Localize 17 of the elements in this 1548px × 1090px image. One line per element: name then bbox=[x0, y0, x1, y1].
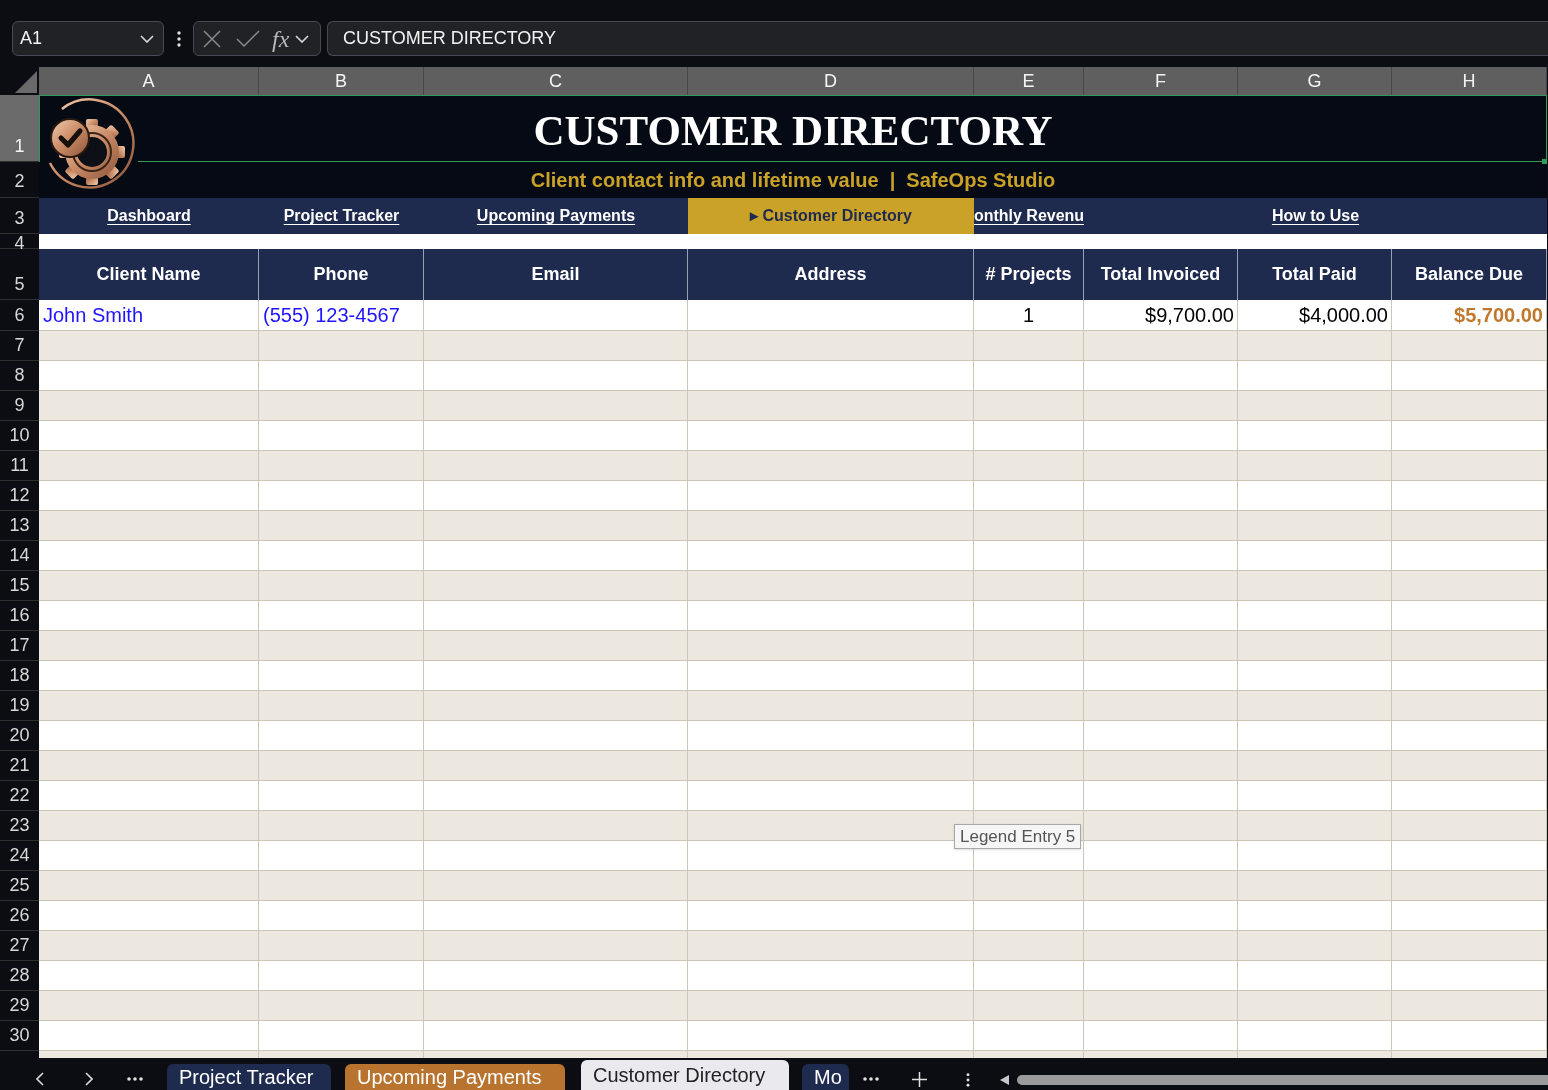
sheet-title: CUSTOMER DIRECTORY bbox=[533, 105, 1053, 152]
table-cell: 1 bbox=[974, 300, 1084, 331]
table-column-header: Total Paid bbox=[1238, 249, 1392, 300]
table-column-header: Email bbox=[424, 249, 688, 300]
table-cell: (555) 123-4567 bbox=[259, 300, 424, 331]
table-column-header: Address bbox=[688, 249, 974, 300]
table-column-header: Total Invoiced bbox=[1084, 249, 1238, 300]
table-column-header: Phone bbox=[259, 249, 424, 300]
subtitle: Client contact info and lifetime value | SafeOps Studio bbox=[530, 168, 1056, 193]
table-column-header: Client Name bbox=[39, 249, 259, 300]
tooltip: Legend Entry 5 bbox=[954, 824, 1082, 849]
table-column-header: Balance Due bbox=[1392, 249, 1547, 300]
table-cell: $9,700.00 bbox=[1084, 300, 1238, 331]
table-cell: John Smith bbox=[39, 300, 259, 331]
table-cell: $4,000.00 bbox=[1238, 300, 1392, 331]
table-column-header: # Projects bbox=[974, 249, 1084, 300]
table-cell: $5,700.00 bbox=[1392, 300, 1547, 331]
